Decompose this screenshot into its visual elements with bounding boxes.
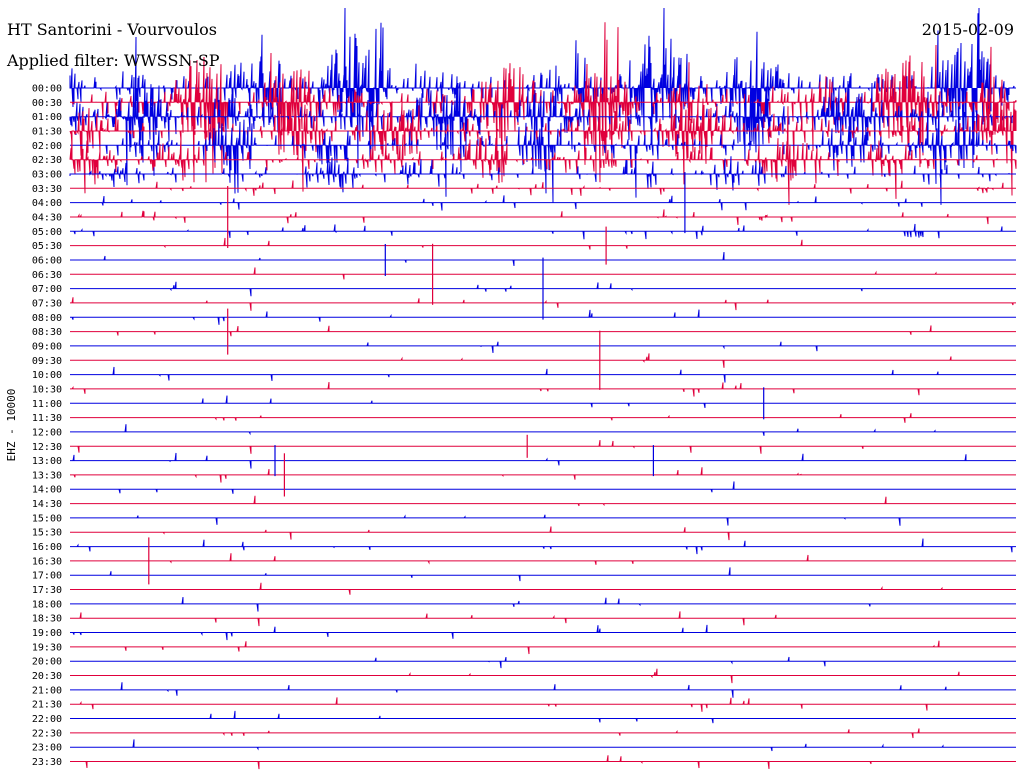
time-tick-label: 11:30	[32, 413, 62, 424]
trace-line	[70, 624, 1016, 641]
trace-line	[70, 481, 1016, 494]
time-tick-label: 22:30	[32, 728, 62, 739]
time-tick-label: 21:30	[32, 700, 62, 711]
channel-label: EHZ - 10000	[5, 389, 18, 462]
trace-line	[70, 656, 1016, 669]
time-tick-label: 14:30	[32, 499, 62, 510]
time-tick-label: 11:00	[32, 399, 62, 410]
time-tick-label: 23:30	[32, 757, 62, 768]
trace-line	[70, 341, 1016, 353]
time-axis-labels: 00:00 00:30 01:00 01:30 02:00 02:30 03:00 03:30…	[32, 84, 62, 769]
trace-line	[70, 467, 1016, 483]
trace-line	[70, 567, 1016, 582]
time-tick-label: 16:00	[32, 542, 62, 553]
time-tick-label: 18:30	[32, 614, 62, 625]
time-tick-label: 09:00	[32, 341, 62, 352]
trace-line	[70, 424, 1016, 436]
trace-line	[70, 440, 1016, 454]
trace-line	[70, 755, 1016, 770]
time-tick-label: 08:00	[32, 313, 62, 324]
time-tick-label: 22:00	[32, 714, 62, 725]
filter-label: Applied filter: WWSSN-SP	[7, 51, 220, 70]
trace-line	[70, 697, 1016, 712]
time-tick-label: 15:30	[32, 528, 62, 539]
trace-line	[70, 495, 1016, 507]
date-label: 2015-02-09	[921, 20, 1014, 39]
trace-line	[70, 209, 1016, 225]
time-tick-label: 06:30	[32, 270, 62, 281]
time-tick-label: 19:00	[32, 628, 62, 639]
trace-line	[70, 452, 1016, 469]
time-tick-label: 03:00	[32, 169, 62, 180]
time-tick-label: 12:30	[32, 442, 62, 453]
time-tick-label: 23:00	[32, 743, 62, 754]
trace-line	[70, 325, 1016, 337]
time-tick-label: 10:30	[32, 384, 62, 395]
time-tick-label: 20:30	[32, 671, 62, 682]
trace-line	[70, 682, 1016, 698]
time-tick-label: 15:00	[32, 513, 62, 524]
trace-line	[70, 382, 1016, 397]
trace-line	[70, 611, 1016, 627]
trace-line	[70, 526, 1016, 541]
seismic-traces	[69, 7, 1017, 770]
trace-line	[70, 366, 1016, 383]
time-tick-label: 08:30	[32, 327, 62, 338]
time-tick-label: 00:30	[32, 98, 62, 109]
time-tick-label: 07:00	[32, 284, 62, 295]
station-title: HT Santorini - Vourvoulos	[7, 20, 217, 39]
trace-line	[70, 597, 1016, 612]
trace-line	[70, 710, 1016, 724]
time-tick-label: 18:00	[32, 599, 62, 610]
time-tick-label: 00:00	[32, 84, 62, 95]
trace-line	[70, 538, 1016, 555]
trace-line	[70, 514, 1016, 526]
time-tick-label: 19:30	[32, 642, 62, 653]
trace-line	[70, 223, 1016, 240]
time-tick-label: 02:00	[32, 141, 62, 152]
time-tick-label: 14:00	[32, 485, 62, 496]
time-tick-label: 13:30	[32, 470, 62, 481]
trace-line	[70, 180, 1016, 196]
trace-line	[70, 237, 1016, 250]
time-tick-label: 09:30	[32, 356, 62, 367]
trace-line	[70, 668, 1016, 684]
trace-line	[70, 413, 1016, 423]
trace-line	[70, 640, 1016, 655]
time-tick-label: 01:30	[32, 126, 62, 137]
time-tick-label: 17:30	[32, 585, 62, 596]
trace-line	[70, 739, 1016, 752]
time-tick-label: 04:30	[32, 212, 62, 223]
time-tick-label: 03:30	[32, 184, 62, 195]
time-tick-label: 07:30	[32, 298, 62, 309]
trace-line	[70, 582, 1016, 595]
time-tick-label: 13:00	[32, 456, 62, 467]
time-tick-label: 17:00	[32, 571, 62, 582]
time-tick-label: 04:00	[32, 198, 62, 209]
trace-line	[70, 353, 1016, 368]
helicorder-plot: 00:00 00:30 01:00 01:30 02:00 02:30 03:00 03:30…	[5, 7, 1017, 770]
trace-line	[70, 553, 1016, 565]
trace-line	[70, 195, 1016, 211]
time-tick-label: 16:30	[32, 556, 62, 567]
time-tick-label: 20:00	[32, 657, 62, 668]
time-tick-label: 10:00	[32, 370, 62, 381]
time-tick-label: 21:00	[32, 685, 62, 696]
time-tick-label: 05:00	[32, 227, 62, 238]
time-tick-label: 12:00	[32, 427, 62, 438]
time-tick-label: 05:30	[32, 241, 62, 252]
trace-line	[70, 395, 1016, 409]
trace-line	[70, 22, 1017, 183]
time-tick-label: 06:00	[32, 255, 62, 266]
trace-line	[70, 728, 1016, 739]
time-tick-label: 01:00	[32, 112, 62, 123]
time-tick-label: 02:30	[32, 155, 62, 166]
